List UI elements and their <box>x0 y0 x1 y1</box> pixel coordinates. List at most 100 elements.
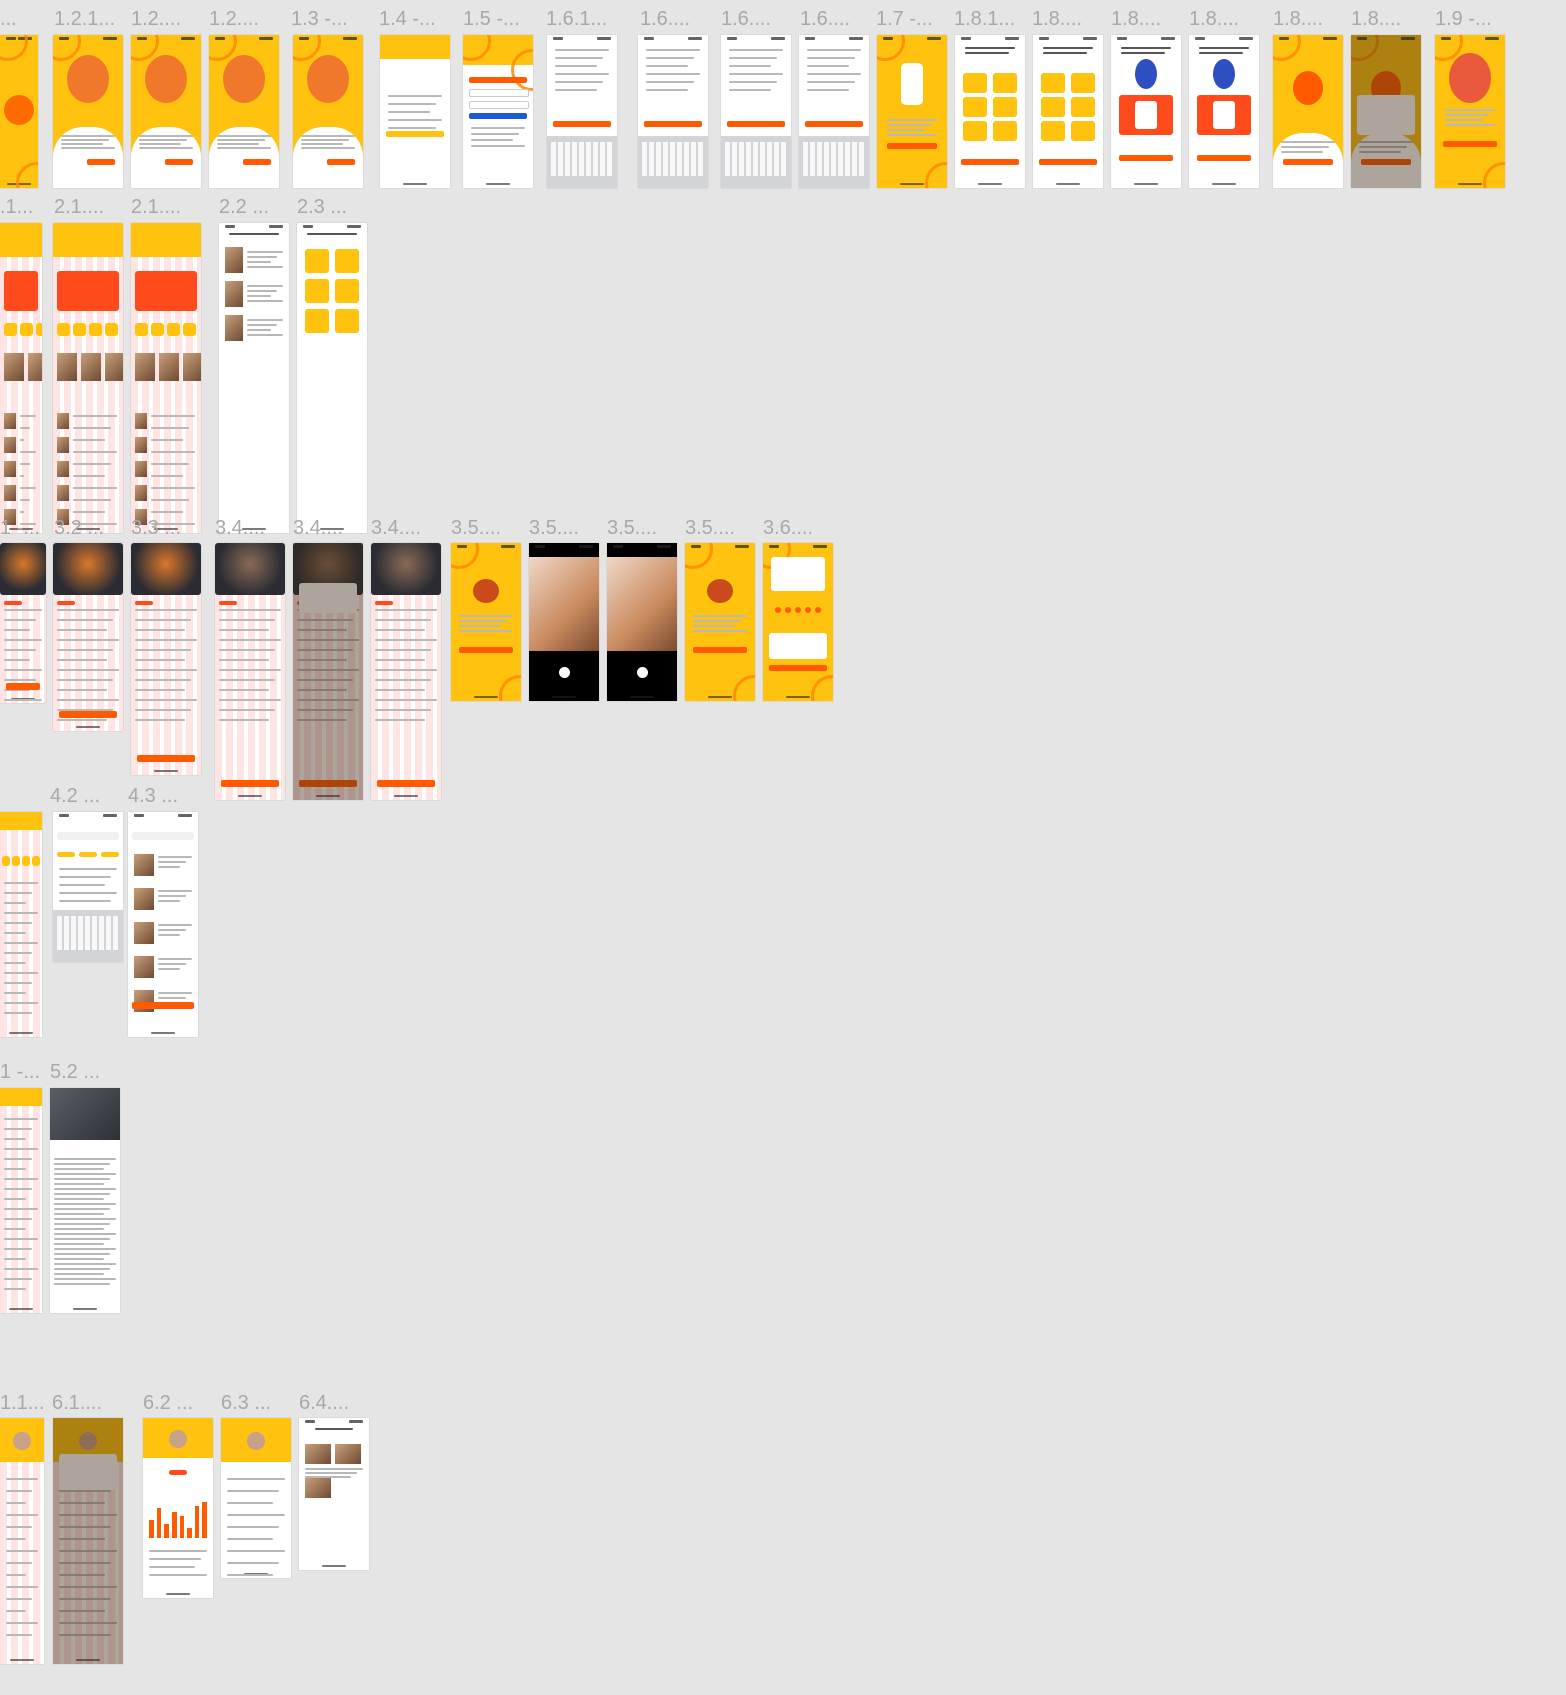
course-thumb[interactable] <box>225 247 243 273</box>
tab-active[interactable] <box>169 1470 187 1475</box>
keyboard[interactable] <box>547 136 617 188</box>
app-screen-frame[interactable] <box>1435 35 1505 188</box>
app-screen-frame[interactable] <box>293 543 363 800</box>
app-screen-frame[interactable] <box>685 543 755 701</box>
category-tile[interactable] <box>335 279 359 303</box>
course-thumb[interactable] <box>225 315 243 341</box>
frame-label[interactable]: 1.5 -... <box>463 8 520 30</box>
list-thumb[interactable] <box>135 461 147 477</box>
frame-label[interactable]: 6.3 ... <box>221 1392 271 1414</box>
banner[interactable] <box>135 271 197 311</box>
continue-button[interactable] <box>1039 159 1097 165</box>
apply-button[interactable] <box>132 1002 194 1009</box>
category-chip[interactable] <box>2 856 10 866</box>
shutter-button[interactable] <box>559 667 570 678</box>
app-screen-frame[interactable]: Welcome Back! <box>380 35 450 188</box>
app-screen-frame[interactable] <box>50 1088 120 1313</box>
frame-label[interactable]: 1.8.... <box>1189 8 1239 30</box>
category-chip[interactable] <box>32 856 40 866</box>
enroll-button[interactable] <box>299 780 357 787</box>
app-screen-frame[interactable] <box>1351 35 1421 188</box>
frame-label[interactable]: 3.4.... <box>215 517 265 539</box>
next-button[interactable] <box>243 159 271 165</box>
category-chip[interactable] <box>151 323 164 336</box>
keyboard[interactable] <box>638 136 708 188</box>
frame-label[interactable]: 2.1.... <box>54 196 104 218</box>
star-icon[interactable] <box>775 607 781 613</box>
enroll-button[interactable] <box>137 755 195 762</box>
course-thumb[interactable] <box>105 353 123 381</box>
result-thumb[interactable] <box>134 922 154 944</box>
frame-label[interactable]: 1.8.... <box>1032 8 1082 30</box>
frame-label[interactable]: 4.2 ... <box>50 785 100 807</box>
frame-label[interactable]: 1.6.1... <box>546 8 607 30</box>
app-screen-frame[interactable] <box>297 223 367 533</box>
app-screen-frame[interactable] <box>638 35 708 188</box>
avatar[interactable] <box>169 1430 187 1448</box>
app-screen-frame[interactable] <box>451 543 521 701</box>
result-thumb[interactable] <box>134 888 154 910</box>
app-screen-frame[interactable] <box>131 35 201 188</box>
frame-label[interactable]: 6.2 ... <box>143 1392 193 1414</box>
interest-tile[interactable] <box>1041 73 1065 93</box>
interest-tile[interactable] <box>1041 97 1065 117</box>
frame-label[interactable]: 3.2 ... <box>54 517 104 539</box>
category-chip[interactable] <box>22 856 30 866</box>
keyboard[interactable] <box>799 136 869 188</box>
category-chip[interactable] <box>89 323 102 336</box>
avatar[interactable] <box>247 1432 265 1450</box>
frame-label[interactable]: 1.8.... <box>1273 8 1323 30</box>
frame-label[interactable]: 1.7 -... <box>876 8 933 30</box>
star-icon[interactable] <box>795 607 801 613</box>
photo-thumb[interactable] <box>305 1444 331 1464</box>
app-screen-frame[interactable] <box>955 35 1025 188</box>
frame-label[interactable]: 1.2.... <box>131 8 181 30</box>
next-button[interactable] <box>165 159 193 165</box>
interest-tile[interactable] <box>993 73 1017 93</box>
interest-tile[interactable] <box>993 121 1017 141</box>
list-thumb[interactable] <box>4 485 16 501</box>
interest-tile[interactable] <box>1071 73 1095 93</box>
frame-label[interactable]: 1.2.1... <box>54 8 115 30</box>
photo-thumb[interactable] <box>335 1444 361 1464</box>
continue-button[interactable] <box>644 121 702 127</box>
frame-label[interactable]: 1.1... <box>0 1392 44 1414</box>
app-screen-frame[interactable] <box>215 543 285 800</box>
app-screen-frame[interactable] <box>371 543 441 800</box>
interest-tile[interactable] <box>1071 97 1095 117</box>
frame-label[interactable]: 6.1.... <box>52 1392 102 1414</box>
app-screen-frame[interactable] <box>0 1088 42 1313</box>
frame-label[interactable]: 1.6.... <box>640 8 690 30</box>
frame-label[interactable]: 3.5.... <box>685 517 735 539</box>
frame-label[interactable]: 1 -... <box>0 1061 40 1083</box>
category-chip[interactable] <box>12 856 20 866</box>
keyboard[interactable] <box>53 910 123 962</box>
frame-label[interactable]: 1.6.... <box>800 8 850 30</box>
app-screen-frame[interactable] <box>53 812 123 962</box>
frame-label[interactable]: 3.3 ... <box>131 517 181 539</box>
frame-label[interactable]: 1.8.... <box>1111 8 1161 30</box>
done-button[interactable] <box>1443 141 1497 147</box>
photo-thumb[interactable] <box>305 1478 331 1498</box>
frame-label[interactable]: 5.2 ... <box>50 1061 100 1083</box>
enroll-button[interactable] <box>377 780 435 787</box>
app-screen-frame[interactable] <box>1033 35 1103 188</box>
continue-button[interactable] <box>961 159 1019 165</box>
allow-button[interactable] <box>1361 159 1411 165</box>
frame-label[interactable]: 3.5.... <box>451 517 501 539</box>
app-screen-frame[interactable] <box>219 223 289 533</box>
design-canvas[interactable]: ... 1.2.1... 1.2.... 1.2.... 1.3 -... 1.4 -..… <box>0 0 1566 1695</box>
interest-tile[interactable] <box>963 73 987 93</box>
category-chip[interactable] <box>105 323 118 336</box>
list-thumb[interactable] <box>57 413 69 429</box>
category-chip[interactable] <box>4 323 17 336</box>
submit-button[interactable] <box>769 665 827 671</box>
frame-label[interactable]: 3.5.... <box>529 517 579 539</box>
app-screen-frame[interactable] <box>128 812 198 1037</box>
frame-label[interactable]: 1.8.1... <box>954 8 1015 30</box>
category-chip[interactable] <box>167 323 180 336</box>
continue-button[interactable] <box>805 121 863 127</box>
course-thumb[interactable] <box>135 353 155 381</box>
take-photo-button[interactable] <box>459 647 513 653</box>
app-screen-frame[interactable] <box>547 35 617 188</box>
